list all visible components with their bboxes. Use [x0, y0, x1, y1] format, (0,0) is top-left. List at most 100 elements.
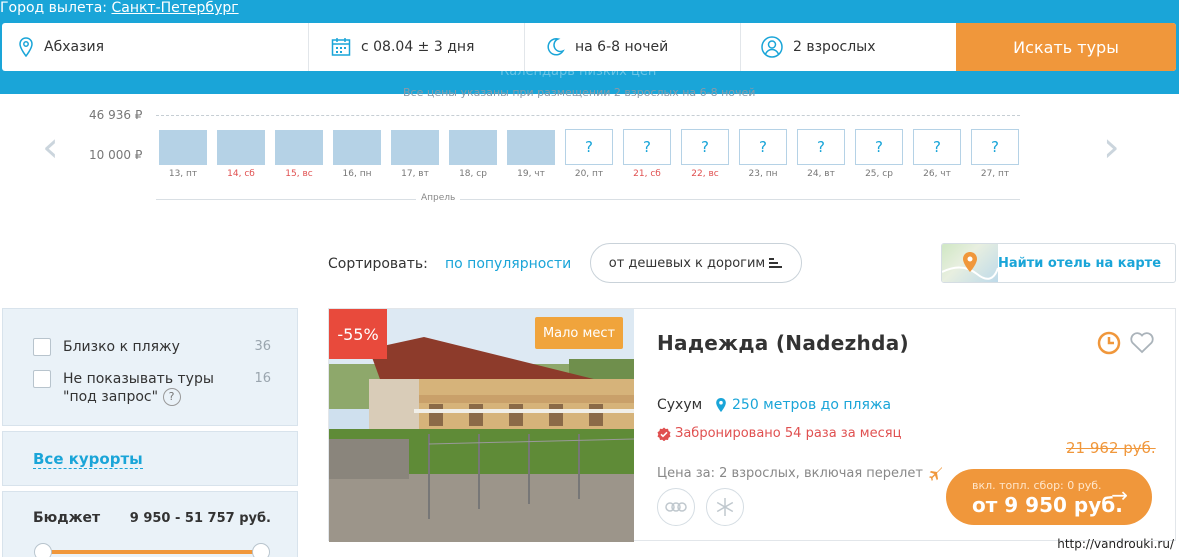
calendar-price-bar[interactable]: [507, 130, 555, 165]
calendar-unknown-price[interactable]: ?: [565, 129, 613, 165]
destination-field[interactable]: Абхазия: [2, 23, 309, 71]
map-pin-icon: [942, 252, 999, 280]
plane-icon: [928, 466, 942, 481]
date-field[interactable]: с 08.04 ± 3 дня: [309, 23, 525, 71]
calendar-unknown-price[interactable]: ?: [681, 129, 729, 165]
all-resorts-link[interactable]: Все курорты: [33, 450, 143, 469]
snowflake-icon: [716, 498, 734, 516]
beach-distance-label: 250 метров до пляжа: [732, 397, 892, 413]
calendar-price-bar[interactable]: [333, 130, 381, 165]
moon-icon: [547, 38, 565, 56]
calendar-unknown-price[interactable]: ?: [971, 129, 1019, 165]
location-pin-icon: [716, 398, 726, 412]
fuel-fee-note: вкл. топл. сбор: 0 руб.: [972, 479, 1102, 492]
sort-icon: [769, 258, 783, 268]
user-icon: [761, 36, 783, 58]
month-label: Апрель: [416, 193, 461, 203]
nights-field[interactable]: на 6-8 ночей: [525, 23, 741, 71]
sort-by-price-button[interactable]: от дешевых к дорогим: [590, 243, 802, 283]
find-hotel-on-map-label: Найти отель на карте: [998, 256, 1162, 271]
amenity-badge[interactable]: [706, 488, 744, 526]
budget-range: 9 950 - 51 757 руб.: [129, 511, 271, 526]
filter-hide-on-request-line2-wrap: "под запрос" ?: [63, 388, 214, 406]
help-icon[interactable]: ?: [162, 388, 181, 406]
calendar-unknown-price[interactable]: ?: [913, 129, 961, 165]
people-field[interactable]: 2 взрослых: [741, 23, 957, 71]
sort-by-price-label: от дешевых к дорогим: [608, 255, 766, 271]
calendar-day-label: 27, пт: [980, 169, 1010, 179]
watermark-url: http://vandrouki.ru/: [1057, 537, 1174, 551]
calendar-day-label: 23, пн: [748, 169, 778, 179]
calendar-day-label: 17, вт: [401, 169, 429, 179]
calendar-max-price: 46 936 ₽: [89, 108, 143, 122]
budget-panel: Бюджет 9 950 - 51 757 руб.: [2, 491, 298, 557]
filter-close-to-beach-label: Близко к пляжу: [63, 339, 180, 355]
calendar-day-label: 15, вс: [285, 169, 313, 179]
budget-slider-max-handle[interactable]: [252, 543, 270, 557]
filter-hide-on-request[interactable]: Не показывать туры "под запрос" ?: [33, 370, 214, 406]
filters-panel: Близко к пляжу 36 Не показывать туры "по…: [2, 308, 298, 426]
price-value: от 9 950 руб.: [972, 493, 1123, 517]
swimming-icon: [665, 502, 687, 512]
search-bar: Абхазия с 08.04 ± 3 дня на 6-8 ночей 2 в…: [2, 23, 1176, 71]
calendar-note: Все цены указаны при размещении 2 взросл…: [403, 86, 756, 99]
month-divider: [156, 199, 1020, 200]
checkbox[interactable]: [33, 338, 51, 356]
calendar-day-label: 26, чт: [923, 169, 951, 179]
few-places-badge: Мало мест: [535, 317, 623, 349]
arrow-right-icon: →: [1111, 483, 1128, 507]
calendar-unknown-price[interactable]: ?: [797, 129, 845, 165]
hotel-name[interactable]: Надежда (Nadezhda): [657, 331, 909, 355]
calendar-max-line: [156, 115, 1020, 116]
budget-label: Бюджет: [33, 510, 101, 526]
calendar-price-bar[interactable]: [391, 130, 439, 165]
sort-label: Сортировать:: [328, 256, 428, 272]
location-pin-icon: [19, 37, 33, 57]
filter-close-to-beach[interactable]: Близко к пляжу: [33, 338, 180, 356]
filter-close-to-beach-count: 36: [254, 339, 271, 354]
calendar-prev-arrow[interactable]: ‹: [42, 122, 59, 171]
calendar-price-bar[interactable]: [449, 130, 497, 165]
departure-label: Город вылета:: [0, 0, 108, 16]
clock-icon[interactable]: [1097, 331, 1121, 355]
calendar-price-bar[interactable]: [159, 130, 207, 165]
calendar-day-label: 24, вт: [807, 169, 835, 179]
booked-count-label: Забронировано 54 раза за месяц: [675, 426, 902, 441]
discount-badge: -55%: [329, 309, 387, 359]
find-hotel-on-map-button[interactable]: Найти отель на карте: [941, 243, 1176, 283]
date-value: с 08.04 ± 3 дня: [361, 39, 475, 55]
sort-by-popularity[interactable]: по популярности: [445, 256, 571, 272]
price-note-label: Цена за: 2 взрослых, включая перелет: [657, 466, 923, 481]
departure-city-line: Город вылета: Санкт-Петербург: [0, 0, 239, 16]
hotel-beach-distance[interactable]: 250 метров до пляжа: [715, 397, 891, 413]
calendar-day-label: 19, чт: [517, 169, 545, 179]
filter-hide-on-request-count: 16: [254, 371, 271, 386]
budget-slider-track[interactable]: [43, 550, 263, 554]
booked-count: Забронировано 54 раза за месяц: [657, 426, 901, 441]
calendar-unknown-price[interactable]: ?: [855, 129, 903, 165]
filter-hide-on-request-label: Не показывать туры "под запрос" ?: [63, 370, 214, 406]
search-tours-button[interactable]: Искать туры: [956, 23, 1176, 71]
amenity-badge[interactable]: [657, 488, 695, 526]
calendar-price-bar[interactable]: [275, 130, 323, 165]
destination-value: Абхазия: [44, 39, 105, 55]
calendar-unknown-price[interactable]: ?: [623, 129, 671, 165]
budget-slider-min-handle[interactable]: [34, 543, 52, 557]
calendar-next-arrow[interactable]: ›: [1103, 122, 1120, 171]
price-button[interactable]: вкл. топл. сбор: 0 руб. от 9 950 руб. →: [946, 469, 1152, 525]
resorts-panel: Все курорты: [2, 431, 298, 486]
departure-city-link[interactable]: Санкт-Петербург: [111, 0, 238, 16]
filter-hide-on-request-line1: Не показывать туры: [63, 371, 214, 387]
hotel-card[interactable]: -55% Мало мест Надежда (Nadezhda) Сухум …: [328, 308, 1176, 542]
favorite-heart-icon[interactable]: [1129, 331, 1155, 355]
calendar-day-label: 25, ср: [865, 169, 893, 179]
calendar-price-bar[interactable]: [217, 130, 265, 165]
map-thumbnail: [942, 244, 999, 282]
price-note: Цена за: 2 взрослых, включая перелет: [657, 466, 943, 481]
calendar-day-label: 14, сб: [227, 169, 255, 179]
check-badge-icon: [657, 427, 671, 441]
filter-hide-on-request-line2: "под запрос": [63, 389, 159, 405]
hotel-photo[interactable]: -55% Мало мест: [329, 309, 634, 542]
checkbox[interactable]: [33, 370, 51, 388]
calendar-unknown-price[interactable]: ?: [739, 129, 787, 165]
